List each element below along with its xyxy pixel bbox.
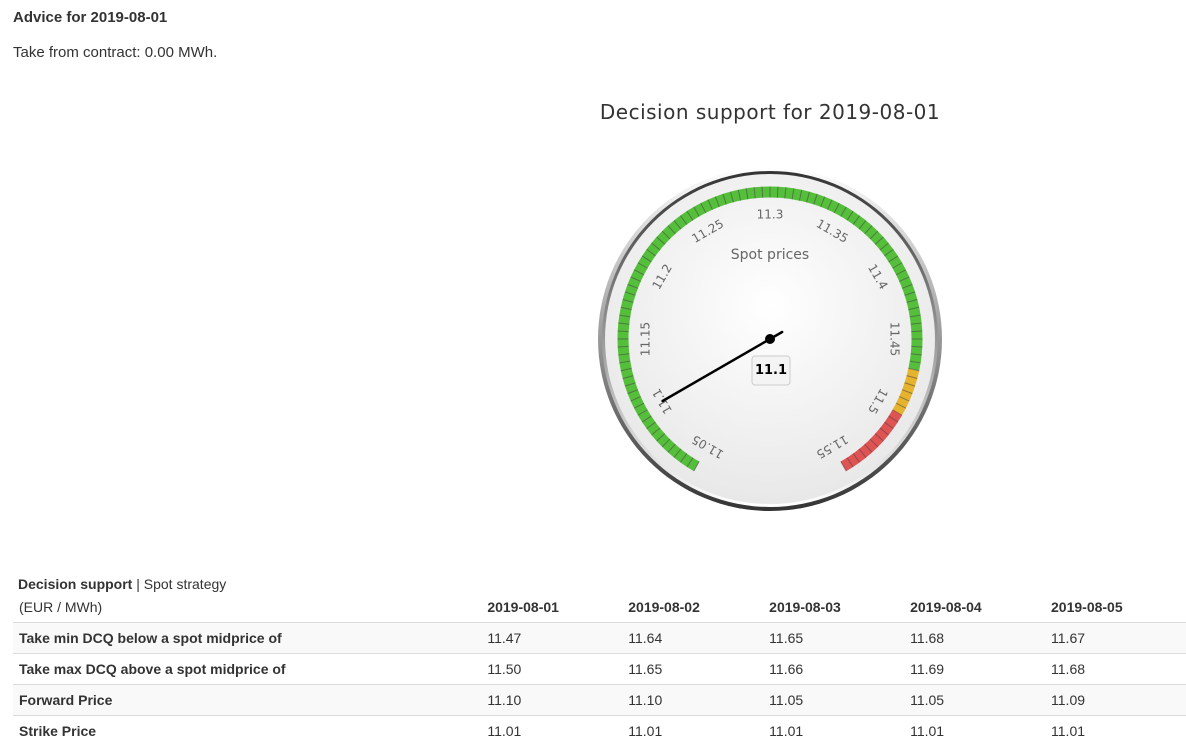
gauge-tick [776,186,779,198]
table-cell: 11.66 [763,653,905,685]
gauge-tick [617,330,629,333]
row-label: Strike Price [13,715,482,746]
row-label: Take max DCQ above a spot midprice of [13,653,482,685]
table-cell: 11.65 [622,653,764,685]
table-cell: 11.64 [622,622,764,654]
table-row: Forward Price 11.10 11.10 11.05 11.05 11… [13,684,1186,716]
table-cell: 11.01 [904,715,1046,746]
gauge-tick-label: 11.45 [888,322,902,356]
gauge-value-label: 11.1 [755,363,787,378]
gauge-tick [761,186,764,198]
table-unit-header: (EUR / MWh) [13,592,482,623]
table-caption-title: Decision support [18,576,133,592]
table-cell: 11.50 [481,653,623,685]
table-cell: 11.05 [763,684,905,716]
table-cell: 11.67 [1045,622,1186,654]
row-label: Forward Price [13,684,482,716]
gauge-tick [617,345,629,348]
table-cell: 11.05 [904,684,1046,716]
gauge-chart: Decision support for 2019-08-01 11.0511.… [598,100,942,511]
column-header: 2019-08-03 [763,592,905,623]
decision-support-table: (EUR / MWh) 2019-08-01 2019-08-02 2019-0… [13,592,1186,746]
table-cell: 11.01 [622,715,764,746]
table-cell: 11.68 [904,622,1046,654]
table-cell: 11.10 [622,684,764,716]
gauge-tick [911,330,923,333]
table-cell: 11.01 [763,715,905,746]
gauge-title: Decision support for 2019-08-01 [600,100,940,124]
column-header: 2019-08-02 [622,592,764,623]
table-cell: 11.65 [763,622,905,654]
table-row: Take min DCQ below a spot midprice of 11… [13,622,1186,654]
table-cell: 11.10 [481,684,623,716]
table-cell: 11.69 [904,653,1046,685]
column-header: 2019-08-01 [481,592,623,623]
table-cell: 11.47 [481,622,623,654]
table-cell: 11.68 [1045,653,1186,685]
column-header: 2019-08-05 [1045,592,1186,623]
table-caption-subtitle: | Spot strategy [132,576,227,592]
gauge-tick [911,345,923,348]
gauge-tick-label: 11.3 [757,208,784,222]
table-header-row: (EUR / MWh) 2019-08-01 2019-08-02 2019-0… [13,592,1186,623]
column-header: 2019-08-04 [904,592,1046,623]
gauge-tick-label: 11.15 [639,322,653,356]
table-cell: 11.09 [1045,684,1186,716]
table-cell: 11.01 [481,715,623,746]
table-row: Strike Price 11.01 11.01 11.01 11.01 11.… [13,715,1186,746]
table-row: Take max DCQ above a spot midprice of 11… [13,653,1186,685]
row-label: Take min DCQ below a spot midprice of [13,622,482,654]
table-caption: Decision support | Spot strategy [18,576,226,592]
gauge-subtitle: Spot prices [731,247,809,263]
table-cell: 11.01 [1045,715,1186,746]
gauge-pivot [765,334,775,344]
